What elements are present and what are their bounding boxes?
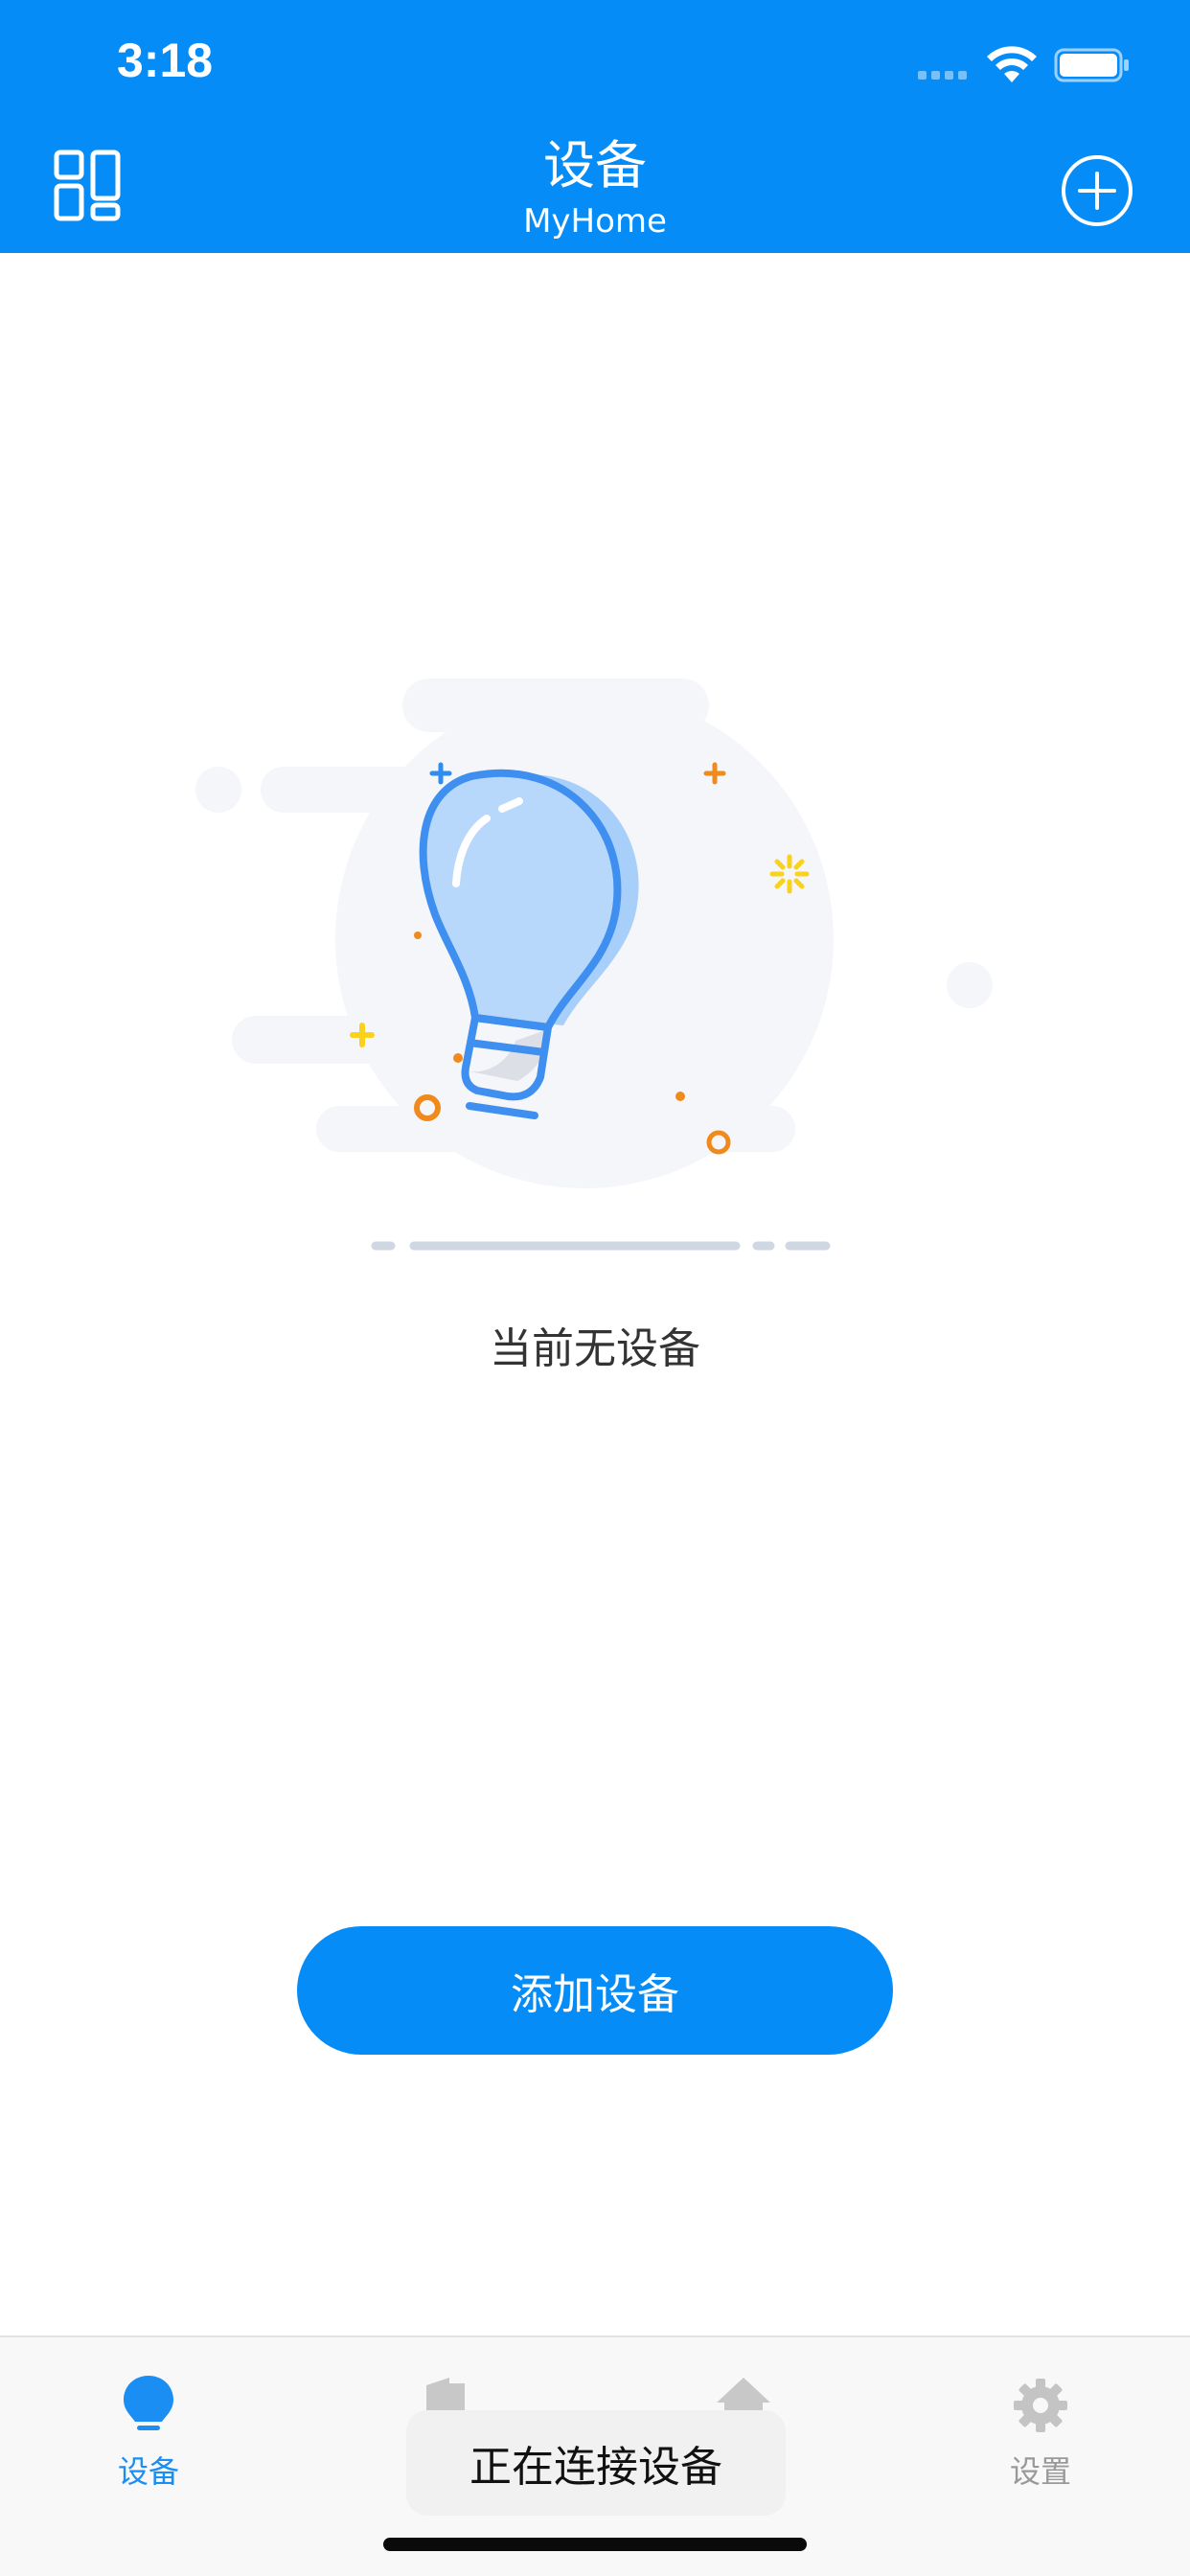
empty-state-message: 当前无设备 [490, 1324, 700, 1373]
bulb-icon [124, 2376, 173, 2430]
tab-settings-label: 设置 [1009, 2453, 1071, 2490]
connecting-toast: 正在连接设备 [406, 2410, 786, 2516]
gear-icon [1014, 2379, 1067, 2432]
wifi-icon [987, 46, 1037, 82]
add-icon[interactable] [1060, 153, 1134, 228]
page-title: 设备 [543, 135, 647, 196]
tab-devices[interactable]: 设备 [53, 2357, 244, 2500]
navigation-header: 3:18 设备 MyHome [0, 0, 1190, 253]
tab-settings[interactable]: 设置 [945, 2357, 1136, 2500]
tab-devices-label: 设备 [117, 2453, 179, 2490]
add-device-button[interactable]: 添加设备 [297, 1926, 893, 2055]
status-time: 3:18 [117, 34, 214, 87]
battery-icon [1054, 48, 1129, 82]
empty-bulb-illustration [195, 678, 993, 1251]
home-indicator[interactable] [383, 2538, 807, 2551]
cellular-signal-icon [918, 71, 968, 80]
home-name[interactable]: MyHome [0, 201, 1190, 242]
